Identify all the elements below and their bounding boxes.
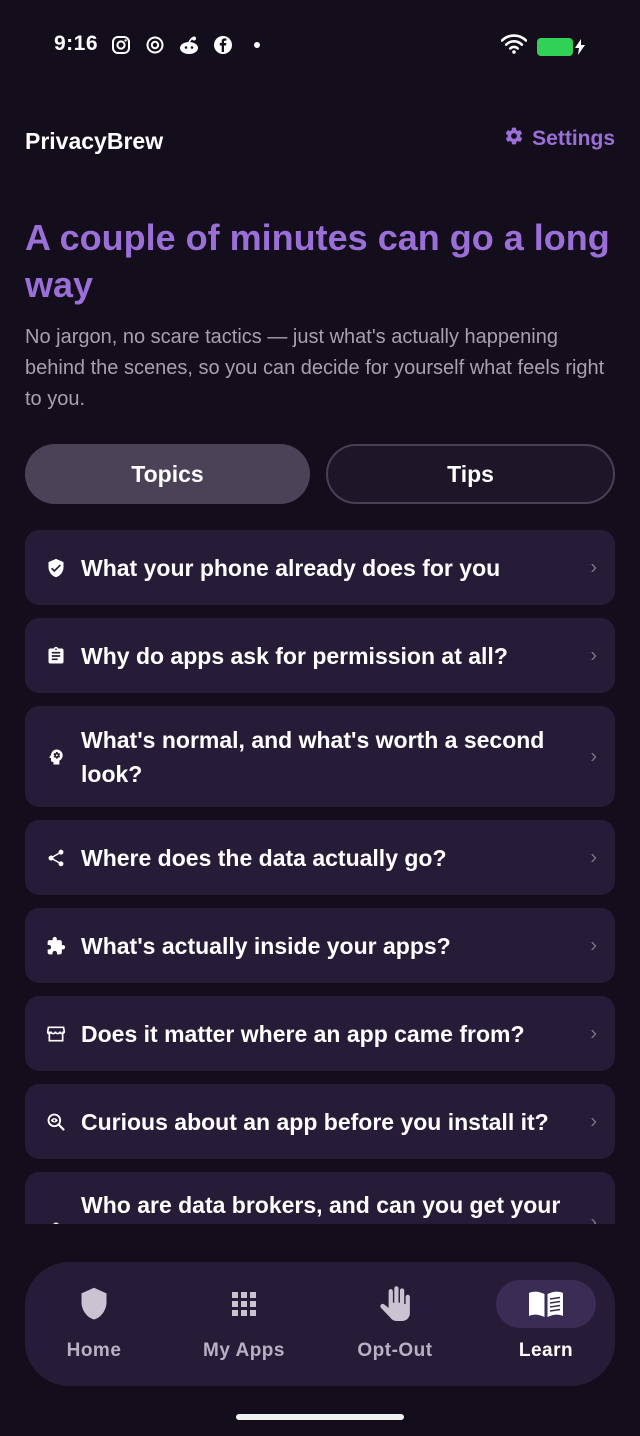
battery-charging-icon: [537, 37, 586, 56]
chevron-right-icon: ›: [590, 745, 597, 767]
nav-home-label: Home: [66, 1340, 122, 1361]
topic-item[interactable]: Who are data brokers, and can you get yo…: [25, 1172, 615, 1224]
topic-label: Where does the data actually go?: [81, 844, 447, 871]
topic-item[interactable]: What's normal, and what's worth a second…: [25, 706, 615, 807]
tab-topics[interactable]: Topics: [25, 444, 310, 504]
bottom-nav: Home My Apps Opt-Out Learn: [25, 1262, 615, 1386]
chevron-right-icon: ›: [590, 934, 597, 956]
shield-check-icon: [45, 557, 67, 579]
topic-item[interactable]: What's actually inside your apps? ›: [25, 908, 615, 983]
nav-opt-out-label: Opt-Out: [357, 1340, 433, 1361]
topic-item[interactable]: Curious about an app before you install …: [25, 1084, 615, 1159]
hand-stop-icon: [345, 1280, 445, 1328]
chevron-right-icon: ›: [590, 1211, 597, 1224]
tab-tips[interactable]: Tips: [326, 444, 615, 504]
hero-subtitle: No jargon, no scare tactics — just what'…: [25, 326, 605, 410]
status-bar: 9:16: [0, 28, 640, 64]
topic-label: What's actually inside your apps?: [81, 932, 451, 959]
threads-icon: [144, 34, 166, 56]
topic-label: What your phone already does for you: [81, 554, 501, 581]
instagram-icon: [110, 34, 132, 56]
topic-label: Why do apps ask for permission at all?: [81, 642, 508, 669]
puzzle-icon: [45, 935, 67, 957]
hero-title: A couple of minutes can go a long way: [25, 217, 610, 305]
head-gear-icon: [45, 746, 67, 768]
gear-icon: [504, 126, 524, 152]
clipboard-icon: [45, 645, 67, 667]
topic-list[interactable]: What your phone already does for you › W…: [25, 530, 615, 1224]
screen: 9:16 PrivacyBrew Settings A couple of mi…: [0, 0, 640, 1436]
nav-home[interactable]: Home: [39, 1280, 149, 1370]
more-notifications-dot: [254, 42, 260, 48]
facebook-icon: [212, 34, 234, 56]
nav-opt-out[interactable]: Opt-Out: [340, 1280, 450, 1370]
chevron-right-icon: ›: [590, 846, 597, 868]
nav-my-apps[interactable]: My Apps: [189, 1280, 299, 1370]
chevron-right-icon: ›: [590, 644, 597, 666]
chevron-right-icon: ›: [590, 1110, 597, 1132]
settings-label: Settings: [532, 127, 615, 150]
topics-tips-switch: Topics Tips: [25, 444, 615, 504]
battery-level: [537, 37, 573, 56]
topic-item[interactable]: Why do apps ask for permission at all? ›: [25, 618, 615, 693]
search-eye-icon: [45, 1111, 67, 1133]
nav-learn[interactable]: Learn: [491, 1280, 601, 1370]
chevron-right-icon: ›: [590, 1022, 597, 1044]
apps-grid-icon: [194, 1280, 294, 1328]
topic-label: Who are data brokers, and can you get yo…: [81, 1192, 561, 1218]
topic-item[interactable]: Where does the data actually go? ›: [25, 820, 615, 895]
person-icon: [45, 1219, 67, 1224]
settings-button[interactable]: Settings: [504, 126, 615, 152]
app-title: PrivacyBrew: [25, 128, 164, 154]
open-book-icon: [496, 1280, 596, 1328]
topic-label: Does it matter where an app came from?: [81, 1020, 525, 1047]
topic-item[interactable]: What your phone already does for you ›: [25, 530, 615, 605]
topic-item[interactable]: Does it matter where an app came from? ›: [25, 996, 615, 1071]
topic-label: What's normal, and what's worth a second…: [81, 726, 545, 787]
notification-icons: [110, 34, 260, 56]
nav-my-apps-label: My Apps: [203, 1340, 285, 1361]
storefront-icon: [45, 1023, 67, 1045]
reddit-icon: [178, 34, 200, 56]
shield-icon: [44, 1280, 144, 1328]
nav-learn-label: Learn: [518, 1340, 574, 1361]
topic-label: Curious about an app before you install …: [81, 1108, 549, 1135]
status-time: 9:16: [54, 32, 99, 55]
app-header: PrivacyBrew Settings: [25, 122, 615, 162]
share-icon: [45, 847, 67, 869]
wifi-icon: [500, 34, 528, 59]
home-indicator[interactable]: [236, 1414, 404, 1420]
system-icons: [500, 34, 586, 59]
chevron-right-icon: ›: [590, 556, 597, 578]
